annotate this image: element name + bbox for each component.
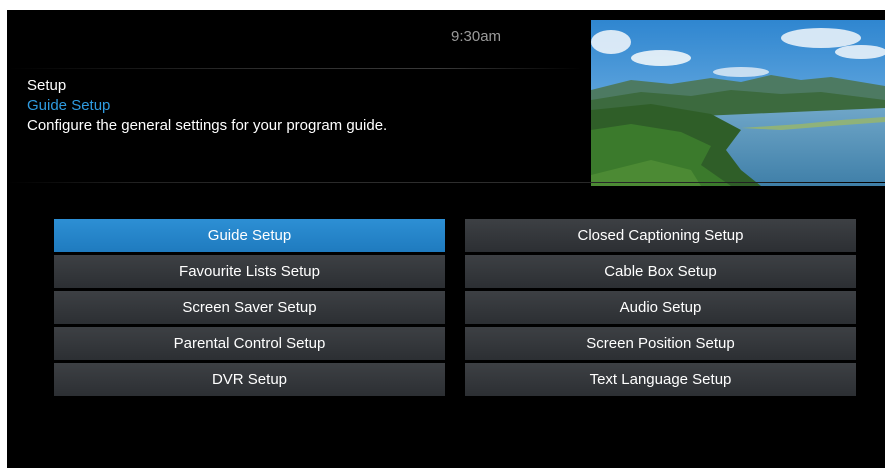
- screen-position-setup-button[interactable]: Screen Position Setup: [465, 327, 856, 360]
- screen-saver-setup-button[interactable]: Screen Saver Setup: [54, 291, 445, 324]
- closed-captioning-setup-button[interactable]: Closed Captioning Setup: [465, 219, 856, 252]
- parental-control-setup-button[interactable]: Parental Control Setup: [54, 327, 445, 360]
- guide-screen: 9:30am Setup Guide Setup Configure the g…: [7, 10, 885, 468]
- header: Setup Guide Setup Configure the general …: [27, 76, 387, 136]
- audio-setup-button[interactable]: Audio Setup: [465, 291, 856, 324]
- cable-box-setup-button[interactable]: Cable Box Setup: [465, 255, 856, 288]
- text-language-setup-button[interactable]: Text Language Setup: [465, 363, 856, 396]
- dvr-setup-button[interactable]: DVR Setup: [54, 363, 445, 396]
- section-divider: [7, 182, 885, 183]
- clock: 9:30am: [451, 28, 502, 45]
- favourite-lists-setup-button[interactable]: Favourite Lists Setup: [54, 255, 445, 288]
- setup-menu: Guide Setup Closed Captioning Setup Favo…: [54, 219, 856, 396]
- live-tv-preview: [591, 20, 885, 186]
- page-description: Configure the general settings for your …: [27, 117, 388, 134]
- header-rule: [7, 68, 582, 69]
- guide-setup-button[interactable]: Guide Setup: [54, 219, 445, 252]
- page-title: Setup: [27, 77, 67, 94]
- page-subtitle: Guide Setup: [27, 97, 111, 114]
- landscape-preview-image: [591, 20, 885, 186]
